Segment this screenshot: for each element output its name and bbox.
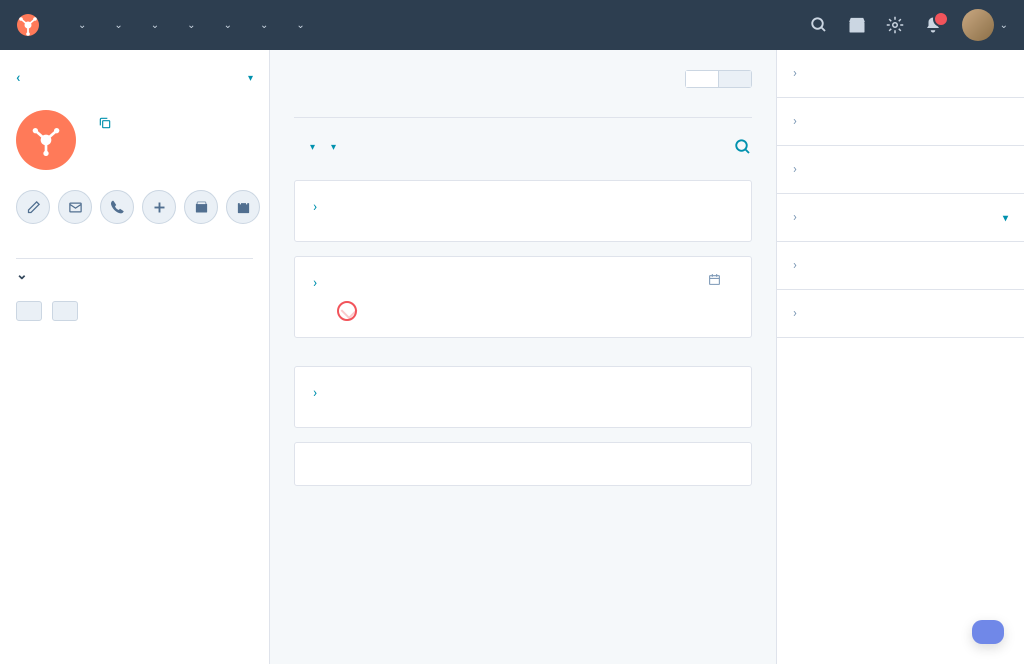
task-checkbox[interactable]	[337, 301, 357, 321]
calendar-icon	[708, 273, 721, 286]
chevron-right-icon: ›	[793, 114, 797, 129]
notification-badge	[933, 11, 949, 27]
help-button[interactable]	[972, 620, 1004, 644]
chevron-right-icon: ›	[793, 306, 797, 321]
task-button[interactable]	[184, 190, 218, 230]
nav-right: ⌄	[810, 9, 1008, 41]
chevron-right-icon[interactable]: ›	[313, 199, 317, 215]
email-card	[294, 442, 752, 486]
back-link[interactable]: ‹	[16, 70, 26, 86]
view-property-history-button[interactable]	[52, 301, 78, 321]
nav-sales[interactable]: ⌄	[173, 12, 205, 39]
panel-company[interactable]: ›	[777, 98, 1024, 146]
collapse-all-button[interactable]	[719, 71, 751, 87]
settings-icon[interactable]	[886, 16, 904, 34]
filter-users-dropdown[interactable]: ▾	[327, 142, 336, 153]
actions-dropdown[interactable]: ▾	[244, 73, 253, 84]
call-card: ›	[294, 366, 752, 428]
chevron-right-icon[interactable]: ›	[313, 275, 317, 291]
user-avatar	[962, 9, 994, 41]
panel-deals[interactable]: ›	[777, 50, 1024, 98]
chevron-right-icon: ›	[793, 162, 797, 177]
nav-items: ⌄ ⌄ ⌄ ⌄ ⌄ ⌄ ⌄	[64, 12, 810, 39]
call-button[interactable]	[100, 190, 134, 230]
expand-collapse-group	[685, 70, 752, 88]
nav-conversations[interactable]: ⌄	[100, 12, 132, 39]
hubspot-logo[interactable]	[16, 13, 40, 37]
contact-header	[16, 110, 253, 170]
about-section-header[interactable]: ⌄	[16, 258, 253, 283]
contact-avatar	[16, 110, 76, 170]
expand-all-button[interactable]	[686, 71, 719, 87]
chevron-right-icon: ›	[793, 258, 797, 273]
panel-lists[interactable]: ›	[777, 290, 1024, 338]
filter-row: ▾ ▾	[294, 138, 752, 156]
nav-service[interactable]: ⌄	[210, 12, 242, 39]
chevron-right-icon: ›	[793, 66, 797, 81]
note-button[interactable]	[16, 190, 50, 230]
user-menu[interactable]: ⌄	[962, 9, 1008, 41]
search-activity-icon[interactable]	[734, 138, 752, 156]
add-attachment-button[interactable]: ▾	[1003, 210, 1008, 225]
copy-icon[interactable]	[98, 116, 112, 130]
top-nav: ⌄ ⌄ ⌄ ⌄ ⌄ ⌄ ⌄ ⌄	[0, 0, 1024, 50]
sidebar-left: ‹ ▾	[0, 50, 270, 664]
task-card: ›	[294, 256, 752, 338]
nav-reports[interactable]: ⌄	[282, 12, 314, 39]
marketplace-icon[interactable]	[848, 16, 866, 34]
chevron-down-icon: ⌄	[16, 267, 28, 283]
filter-activity-dropdown[interactable]: ▾	[306, 142, 315, 153]
email-button[interactable]	[58, 190, 92, 230]
chevron-right-icon: ›	[793, 210, 797, 225]
log-button[interactable]	[142, 190, 176, 230]
meet-button[interactable]	[226, 190, 260, 230]
nav-automation[interactable]: ⌄	[246, 12, 278, 39]
chevron-right-icon[interactable]: ›	[313, 385, 317, 401]
panel-playbooks[interactable]: ›	[777, 242, 1024, 290]
view-all-properties-button[interactable]	[16, 301, 42, 321]
nav-contacts[interactable]: ⌄	[64, 12, 96, 39]
action-buttons	[16, 190, 253, 230]
sidebar-right: › › › › ▾ › ›	[776, 50, 1024, 664]
tabs	[294, 100, 752, 118]
panel-tickets[interactable]: ›	[777, 146, 1024, 194]
notifications-icon[interactable]	[924, 16, 942, 34]
search-icon[interactable]	[810, 16, 828, 34]
chevron-left-icon: ‹	[16, 70, 20, 86]
main-content: ▾ ▾ › ›	[270, 50, 776, 664]
meeting-card: ›	[294, 180, 752, 242]
nav-marketing[interactable]: ⌄	[137, 12, 169, 39]
panel-attachments[interactable]: › ▾	[777, 194, 1024, 242]
